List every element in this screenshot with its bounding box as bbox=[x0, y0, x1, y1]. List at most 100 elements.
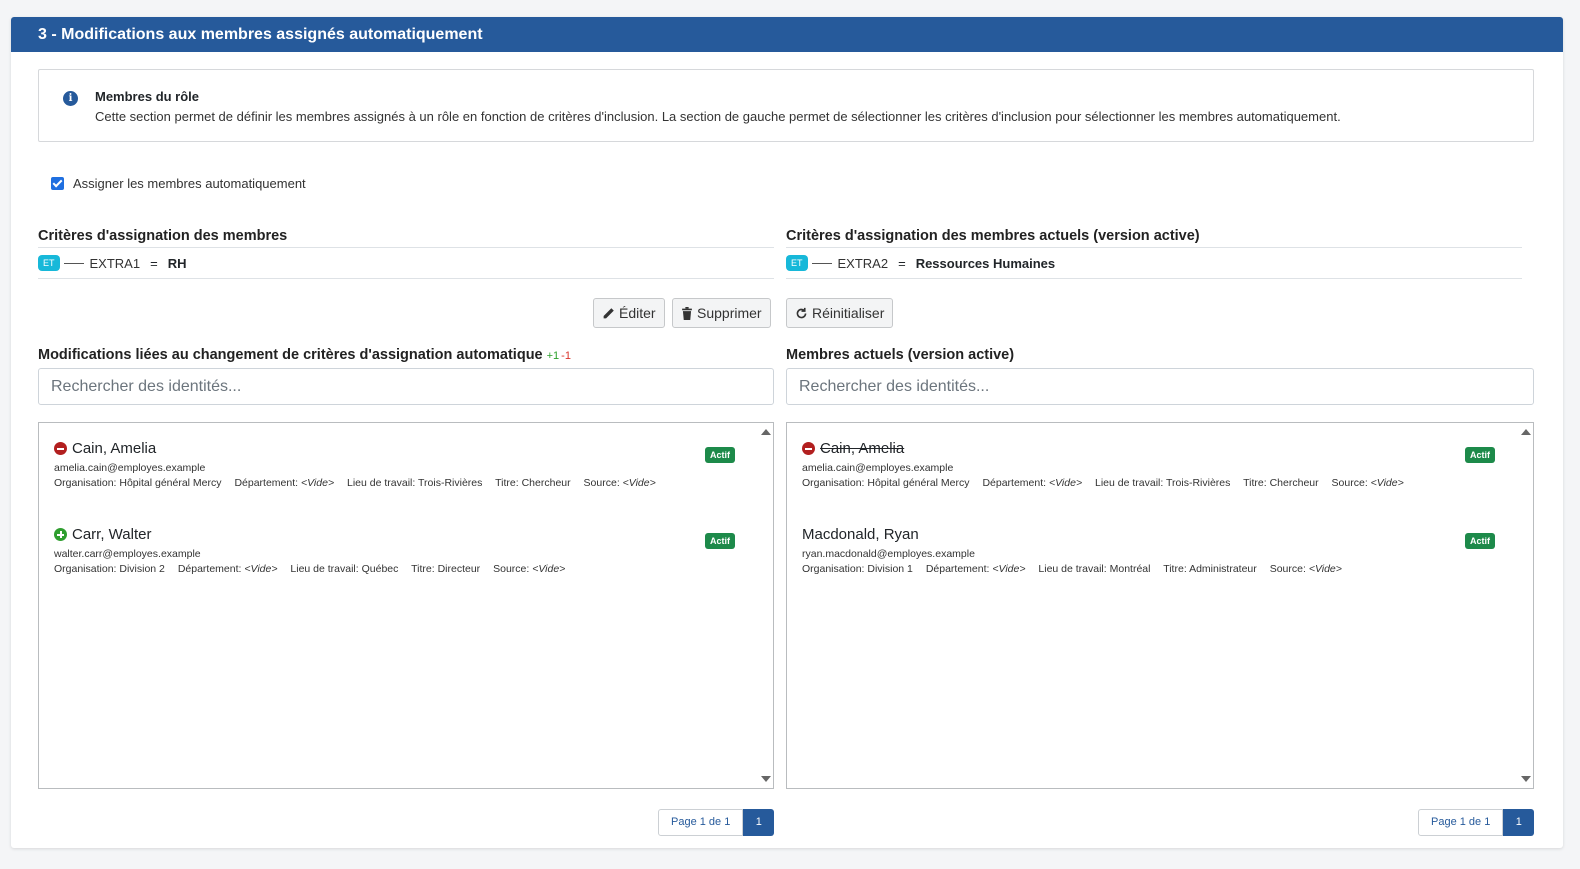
attr-value: Québec bbox=[361, 563, 399, 575]
criteria-field: EXTRA1 bbox=[89, 255, 141, 271]
status-badge: Actif bbox=[1465, 447, 1495, 463]
page-button-1[interactable]: 1 bbox=[743, 809, 775, 836]
list-item[interactable]: Cain, Amelia Actif amelia.cain@employes.… bbox=[802, 440, 1495, 500]
list-item[interactable]: Carr, Walter Actif walter.carr@employes.… bbox=[54, 526, 735, 586]
attr-label: Source: bbox=[583, 477, 620, 489]
info-box: i Membres du rôle Cette section permet d… bbox=[38, 69, 1534, 142]
criteria-field: EXTRA2 bbox=[837, 255, 889, 271]
attr-label: Titre: bbox=[411, 563, 435, 575]
attr-label: Titre: bbox=[1243, 477, 1267, 489]
member-attributes: Organisation: Division 2 Département: <V… bbox=[54, 563, 565, 575]
left-pagination: Page 1 de 1 1 bbox=[658, 809, 775, 836]
attr-value: Montréal bbox=[1109, 563, 1151, 575]
auto-members-panel: 3 - Modifications aux membres assignés a… bbox=[11, 17, 1563, 848]
connector-line bbox=[811, 262, 832, 264]
left-list-title-text: Modifications liées au changement de cri… bbox=[38, 347, 543, 363]
attr-value: <Vide> bbox=[992, 563, 1026, 575]
left-list-title: Modifications liées au changement de cri… bbox=[38, 347, 571, 363]
page-info: Page 1 de 1 bbox=[658, 809, 744, 836]
right-members-list[interactable]: Cain, Amelia Actif amelia.cain@employes.… bbox=[786, 422, 1534, 789]
info-title: Membres du rôle bbox=[95, 89, 200, 104]
left-search-input[interactable]: Rechercher des identités... bbox=[38, 368, 774, 405]
attr-label: Source: bbox=[1331, 477, 1368, 489]
list-item[interactable]: Cain, Amelia Actif amelia.cain@employes.… bbox=[54, 440, 735, 500]
attr-label: Source: bbox=[493, 563, 530, 575]
page-button-1[interactable]: 1 bbox=[1503, 809, 1535, 836]
operator-badge: ET bbox=[786, 255, 808, 271]
attr-label: Département: bbox=[925, 563, 990, 575]
attr-value: <Vide> bbox=[622, 477, 656, 489]
attr-label: Lieu de travail: bbox=[1095, 477, 1164, 489]
operator-badge: ET bbox=[38, 255, 60, 271]
member-name: Carr, Walter bbox=[54, 526, 151, 543]
right-list-title: Membres actuels (version active) bbox=[786, 347, 1015, 363]
connector-line bbox=[63, 262, 84, 264]
attr-value: Hôpital général Mercy bbox=[119, 477, 222, 489]
delete-button[interactable]: Supprimer bbox=[672, 298, 771, 328]
reset-button-label: Réinitialiser bbox=[812, 305, 885, 321]
attr-value: Administrateur bbox=[1189, 563, 1257, 575]
member-name: Cain, Amelia bbox=[802, 440, 904, 457]
edit-button[interactable]: Éditer bbox=[593, 298, 665, 328]
attr-value: <Vide> bbox=[300, 477, 335, 489]
attr-value: Trois-Rivières bbox=[418, 477, 483, 489]
status-badge: Actif bbox=[705, 447, 735, 463]
right-criteria-line: ET EXTRA2 = Ressources Humaines bbox=[786, 247, 1522, 279]
attr-label: Organisation: bbox=[802, 563, 865, 575]
status-badge: Actif bbox=[1465, 533, 1495, 549]
list-item[interactable]: Macdonald, Ryan Actif ryan.macdonald@emp… bbox=[802, 526, 1495, 586]
member-email: walter.carr@employes.example bbox=[54, 548, 201, 560]
attr-label: Titre: bbox=[495, 477, 519, 489]
scroll-down-arrow-icon[interactable] bbox=[1521, 776, 1531, 782]
status-badge: Actif bbox=[705, 533, 735, 549]
attr-label: Organisation: bbox=[802, 477, 865, 489]
member-attributes: Organisation: Hôpital général Mercy Dépa… bbox=[54, 477, 656, 489]
left-members-list[interactable]: Cain, Amelia Actif amelia.cain@employes.… bbox=[38, 422, 774, 789]
scroll-up-arrow-icon[interactable] bbox=[761, 429, 771, 435]
attr-value: <Vide> bbox=[532, 563, 566, 575]
right-search-input[interactable]: Rechercher des identités... bbox=[786, 368, 1534, 405]
removed-count: -1 bbox=[561, 350, 571, 362]
member-email: amelia.cain@employes.example bbox=[802, 462, 954, 474]
attr-value: Hôpital général Mercy bbox=[867, 477, 970, 489]
attr-value: Division 1 bbox=[867, 563, 913, 575]
attr-value: <Vide> bbox=[1370, 477, 1404, 489]
criteria-value: RH bbox=[167, 255, 187, 271]
scroll-up-arrow-icon[interactable] bbox=[1521, 429, 1531, 435]
attr-label: Département: bbox=[982, 477, 1047, 489]
member-email: ryan.macdonald@employes.example bbox=[802, 548, 975, 560]
attr-label: Source: bbox=[1269, 563, 1306, 575]
member-attributes: Organisation: Hôpital général Mercy Dépa… bbox=[802, 477, 1404, 489]
refresh-icon bbox=[796, 307, 807, 318]
attr-label: Département: bbox=[177, 563, 242, 575]
auto-assign-label: Assigner les membres automatiquement bbox=[73, 176, 306, 191]
info-text: Cette section permet de définir les memb… bbox=[95, 109, 1341, 124]
auto-assign-checkbox[interactable]: Assigner les membres automatiquement bbox=[51, 176, 306, 191]
left-criteria-line: ET EXTRA1 = RH bbox=[38, 247, 774, 279]
right-pagination: Page 1 de 1 1 bbox=[1418, 809, 1535, 836]
member-name-text: Cain, Amelia bbox=[72, 440, 157, 457]
attr-label: Organisation: bbox=[54, 477, 117, 489]
minus-circle-icon bbox=[54, 442, 67, 455]
plus-circle-icon bbox=[54, 528, 67, 541]
delete-button-label: Supprimer bbox=[697, 305, 762, 321]
checkbox-checked-icon[interactable] bbox=[51, 177, 64, 190]
member-name: Macdonald, Ryan bbox=[802, 526, 919, 543]
attr-label: Lieu de travail: bbox=[1038, 563, 1107, 575]
member-name-text: Macdonald, Ryan bbox=[802, 526, 919, 543]
attr-value: Chercheur bbox=[521, 477, 571, 489]
member-name-text: Cain, Amelia bbox=[820, 440, 905, 457]
reset-button[interactable]: Réinitialiser bbox=[786, 298, 894, 328]
attr-value: Chercheur bbox=[1269, 477, 1319, 489]
page-info: Page 1 de 1 bbox=[1418, 809, 1504, 836]
attr-value: Division 2 bbox=[119, 563, 165, 575]
edit-button-label: Éditer bbox=[619, 305, 656, 321]
section-header: 3 - Modifications aux membres assignés a… bbox=[11, 17, 1563, 52]
right-criteria-title: Critères d'assignation des membres actue… bbox=[786, 228, 1200, 244]
member-name: Cain, Amelia bbox=[54, 440, 156, 457]
member-name-text: Carr, Walter bbox=[72, 526, 152, 543]
attr-value: <Vide> bbox=[244, 563, 278, 575]
criteria-equals: = bbox=[150, 255, 158, 271]
pencil-icon bbox=[603, 307, 614, 318]
scroll-down-arrow-icon[interactable] bbox=[761, 776, 771, 782]
